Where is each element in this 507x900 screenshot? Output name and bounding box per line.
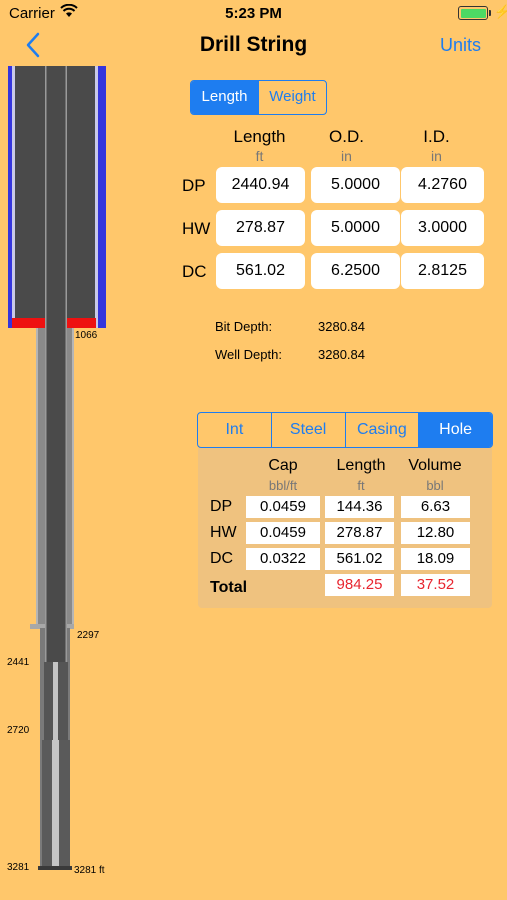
unit-length: ft	[255, 148, 264, 164]
dc-id-field[interactable]: 2.8125	[401, 253, 484, 289]
drill-pipe-right-line	[65, 66, 67, 662]
tab-casing[interactable]: Casing	[344, 413, 419, 447]
volume-unit-cap: bbl/ft	[268, 478, 298, 493]
depth-label-bit-left: 3281	[7, 862, 30, 873]
drill-collar-bore	[52, 740, 59, 870]
hole-bottom	[38, 866, 72, 870]
status-bar: Carrier 5:23 PM ⚡	[0, 0, 507, 28]
volume-header-volume: Volume	[408, 457, 462, 474]
total-volume-value: 37.52	[401, 574, 470, 596]
heavy-weight-bore	[53, 662, 58, 740]
volume-segmented-control[interactable]: Int Steel Casing Hole	[197, 412, 493, 448]
casing-left-liner	[12, 66, 15, 328]
depth-label-2720: 2720	[7, 725, 30, 736]
tab-weight[interactable]: Weight	[258, 81, 326, 114]
column-header-id: I.D.	[423, 127, 450, 146]
units-button[interactable]: Units	[440, 35, 481, 56]
open-hole-left-edge	[36, 328, 38, 628]
casing-left-wall	[8, 66, 12, 328]
volume-unit-length: ft	[357, 478, 365, 493]
dp-od-field[interactable]: 5.0000	[311, 167, 400, 203]
dp-hole-length-value: 144.36	[325, 496, 394, 518]
hw-hole-length-value: 278.87	[325, 522, 394, 544]
volume-row-label-dp: DP	[210, 498, 233, 515]
battery-tip	[489, 10, 491, 16]
depth-label-bit-right: 3281 ft	[74, 865, 105, 876]
page-title: Drill String	[199, 33, 308, 56]
bit-depth-label: Bit Depth:	[215, 319, 273, 334]
casing-right-liner	[95, 66, 98, 328]
dc-hole-length-value: 561.02	[325, 548, 394, 570]
tab-int[interactable]: Int	[198, 413, 271, 447]
dp-volume-value: 6.63	[401, 496, 470, 518]
casing-shoe-right	[66, 318, 96, 328]
depth-label-2441: 2441	[7, 657, 30, 668]
total-length-value: 984.25	[325, 574, 394, 596]
mode-segmented-control[interactable]: Length Weight	[190, 80, 327, 115]
hw-id-field[interactable]: 3.0000	[401, 210, 484, 246]
dc-volume-value: 18.09	[401, 548, 470, 570]
tab-hole[interactable]: Hole	[418, 413, 492, 447]
dp-cap-value: 0.0459	[246, 496, 320, 518]
depth-label-1066: 1066	[75, 330, 98, 341]
well-depth-label: Well Depth:	[215, 347, 282, 362]
casing-right-wall	[98, 66, 106, 328]
volume-header-cap: Cap	[268, 457, 298, 474]
dc-cap-value: 0.0322	[246, 548, 320, 570]
open-hole-right-edge	[72, 328, 74, 628]
tab-length[interactable]: Length	[191, 81, 258, 114]
hw-cap-value: 0.0459	[246, 522, 320, 544]
dp-length-field[interactable]: 2440.94	[216, 167, 305, 203]
tab-steel[interactable]: Steel	[270, 413, 345, 447]
charging-bolt-icon: ⚡	[494, 4, 507, 19]
well-depth-value: 3280.84	[318, 347, 365, 362]
dp-id-field[interactable]: 4.2760	[401, 167, 484, 203]
unit-od: in	[341, 148, 352, 164]
drill-pipe-left-line	[45, 66, 47, 662]
hw-length-field[interactable]: 278.87	[216, 210, 305, 246]
battery-icon	[458, 6, 488, 20]
drill-string-diagram: 1066 2297 2441 2720 3281 3281 ft	[7, 66, 106, 876]
volume-row-label-dc: DC	[210, 550, 234, 567]
volume-row-label-hw: HW	[210, 524, 237, 541]
dc-od-field[interactable]: 6.2500	[311, 253, 400, 289]
row-label-dc: DC	[182, 262, 207, 281]
casing-shoe-left	[12, 318, 46, 328]
total-label: Total	[210, 579, 248, 596]
volume-header-length: Length	[336, 457, 386, 474]
bit-depth-value: 3280.84	[318, 319, 365, 334]
hw-od-field[interactable]: 5.0000	[311, 210, 400, 246]
drill-pipe	[46, 66, 66, 662]
row-label-hw: HW	[182, 219, 211, 238]
dc-length-field[interactable]: 561.02	[216, 253, 305, 289]
row-label-dp: DP	[182, 176, 206, 195]
column-header-od: O.D.	[329, 127, 364, 146]
volume-unit-volume: bbl	[426, 478, 444, 493]
clock: 5:23 PM	[225, 5, 282, 22]
hw-volume-value: 12.80	[401, 522, 470, 544]
volume-panel: Cap bbl/ft Length ft Volume bbl DP 0.045…	[198, 448, 492, 608]
depth-label-2297: 2297	[77, 630, 100, 641]
column-header-length: Length	[233, 127, 286, 146]
unit-id: in	[431, 148, 442, 164]
